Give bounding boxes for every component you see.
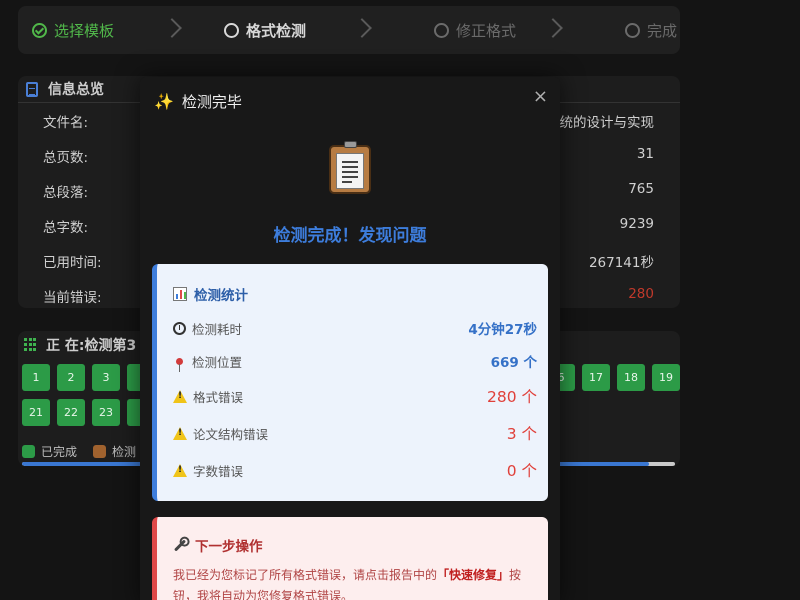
- progress-title: 正 在:检测第3: [46, 337, 137, 354]
- next-step-card: 下一步操作 我已经为您标记了所有格式错误，请点击报告中的「快速修复」按钮，我将自…: [152, 517, 548, 600]
- stats-header: 检测统计: [173, 284, 248, 304]
- step-label: 完成: [647, 21, 678, 40]
- info-value: 统的设计与实现: [559, 115, 655, 131]
- page-cell[interactable]: 21: [22, 399, 50, 426]
- check-circle-icon: [32, 22, 47, 38]
- page-cell[interactable]: 2: [57, 364, 85, 391]
- step-format-check[interactable]: 格式检测: [224, 6, 306, 54]
- stat-value: 669 个: [490, 355, 537, 371]
- legend-done: 已完成: [22, 443, 77, 460]
- next-step-title: 下一步操作: [195, 539, 263, 555]
- stat-row-word-errors: 字数错误 0 个: [173, 460, 537, 480]
- legend-label: 已完成: [41, 445, 78, 459]
- grid-icon: [24, 338, 37, 351]
- close-button[interactable]: ×: [533, 86, 548, 107]
- chevron-right-icon: [162, 18, 182, 38]
- page-cell[interactable]: 1: [22, 364, 50, 391]
- page-cell[interactable]: 19: [652, 364, 680, 391]
- legend-swatch: [22, 445, 35, 458]
- step-label: 选择模板: [54, 21, 115, 40]
- stat-value: 280 个: [486, 388, 537, 406]
- bar-chart-icon: [173, 287, 187, 301]
- stat-label: 论文结构错误: [193, 426, 269, 442]
- clipboard-icon: [329, 141, 371, 194]
- chevron-right-icon: [543, 18, 563, 38]
- progress-stepper: 选择模板 格式检测 修正格式 完成: [18, 6, 680, 54]
- next-step-header: 下一步操作: [173, 535, 263, 555]
- circle-icon: [224, 22, 239, 38]
- info-key: 总页数:: [43, 150, 89, 166]
- stat-value: 0 个: [506, 462, 537, 480]
- stat-row-positions: 检测位置 669 个: [173, 351, 537, 372]
- info-key: 文件名:: [43, 115, 89, 131]
- next-text-part: 我已经为您标记了所有格式错误，请点击报告中的: [173, 568, 438, 582]
- page-cell[interactable]: 22: [57, 399, 85, 426]
- info-value: 765: [628, 181, 654, 197]
- step-select-template[interactable]: 选择模板: [32, 6, 114, 54]
- stat-row-duration: 检测耗时 4分钟27秒: [173, 318, 537, 338]
- info-value: 267141秒: [588, 255, 654, 271]
- stat-label: 格式错误: [193, 389, 244, 405]
- step-complete[interactable]: 完成: [625, 6, 677, 54]
- next-step-text: 我已经为您标记了所有格式错误，请点击报告中的「快速修复」按钮，我将自动为您修复格…: [173, 565, 539, 600]
- info-value: 31: [636, 146, 654, 162]
- warning-icon: [173, 389, 187, 403]
- dialog-header: ✨ 检测完毕: [154, 91, 242, 112]
- legend-label: 检测: [112, 445, 137, 459]
- stat-row-format-errors: 格式错误 280 个: [173, 386, 537, 406]
- page-cell[interactable]: 3: [92, 364, 120, 391]
- info-key: 总段落:: [43, 185, 89, 201]
- circle-icon: [434, 22, 449, 38]
- stat-row-structure-errors: 论文结构错误 3 个: [173, 423, 537, 443]
- wrench-icon: [173, 538, 187, 552]
- warning-icon: [173, 463, 187, 477]
- info-key: 已用时间:: [43, 255, 102, 271]
- info-key: 当前错误:: [43, 290, 102, 306]
- stat-label: 检测位置: [192, 354, 243, 370]
- legend-checking: 检测: [93, 443, 136, 460]
- circle-icon: [625, 22, 640, 38]
- stat-label: 检测耗时: [192, 321, 243, 337]
- quick-fix-highlight: 「快速修复」: [437, 568, 510, 582]
- pin-icon: [176, 357, 183, 372]
- step-fix-format[interactable]: 修正格式: [434, 6, 516, 54]
- stats-card: 检测统计 检测耗时 4分钟27秒 检测位置 669 个 格式错误 280 个 论…: [152, 264, 548, 501]
- sparkles-icon: ✨: [154, 92, 174, 111]
- step-label: 格式检测: [246, 21, 307, 40]
- timer-icon: [173, 321, 186, 335]
- info-key: 总字数:: [43, 220, 89, 236]
- legend-swatch: [93, 445, 106, 458]
- stat-value: 4分钟27秒: [468, 322, 537, 338]
- info-value: 9239: [619, 216, 654, 232]
- stat-value: 3 个: [506, 425, 537, 443]
- page-cell[interactable]: 23: [92, 399, 120, 426]
- check-complete-dialog: ✨ 检测完毕 × 检测完成！发现问题 检测统计 检测耗时 4分钟27秒 检测位置…: [140, 77, 560, 600]
- step-label: 修正格式: [456, 21, 517, 40]
- page-cell[interactable]: 18: [617, 364, 645, 391]
- result-headline: 检测完成！发现问题: [273, 226, 427, 246]
- document-icon: [26, 81, 38, 97]
- stats-title: 检测统计: [194, 288, 248, 304]
- dialog-title: 检测完毕: [181, 93, 242, 111]
- page-cell[interactable]: 17: [582, 364, 610, 391]
- chevron-right-icon: [352, 18, 372, 38]
- info-value: 280: [628, 286, 654, 302]
- info-title: 信息总览: [48, 82, 104, 98]
- stat-label: 字数错误: [193, 463, 244, 479]
- warning-icon: [173, 426, 187, 440]
